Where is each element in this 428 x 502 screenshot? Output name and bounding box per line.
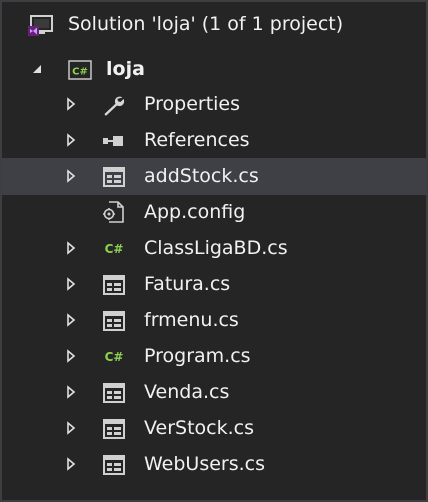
- tree-item[interactable]: addStock.cs: [2, 158, 426, 195]
- collapse-arrow-icon[interactable]: [30, 62, 44, 76]
- form-file-icon: [102, 455, 126, 475]
- wrench-icon: [102, 95, 126, 116]
- tree-item-label: addStock.cs: [144, 165, 259, 187]
- expand-arrow-icon[interactable]: [64, 241, 78, 255]
- tree-item[interactable]: Properties: [2, 86, 426, 123]
- solution-explorer-panel: Solution 'loja' (1 of 1 project) C# loja…: [0, 0, 428, 502]
- solution-label: Solution 'loja' (1 of 1 project): [68, 13, 344, 35]
- tree-item-label: Program.cs: [144, 345, 251, 367]
- tree-item-label: ClassLigaBD.cs: [144, 237, 288, 259]
- svg-text:C#: C#: [72, 67, 88, 78]
- tree-item-label: frmenu.cs: [144, 309, 239, 331]
- tree-item[interactable]: C# Program.cs: [2, 338, 426, 375]
- expand-arrow-icon[interactable]: [64, 97, 78, 111]
- expand-arrow-icon[interactable]: [64, 385, 78, 399]
- expand-arrow-icon[interactable]: [64, 169, 78, 183]
- tree-item[interactable]: VerStock.cs: [2, 410, 426, 447]
- references-icon: [102, 131, 126, 151]
- tree-item[interactable]: frmenu.cs: [2, 302, 426, 339]
- expand-arrow-icon[interactable]: [64, 457, 78, 471]
- csharp-file-icon: C#: [102, 347, 126, 367]
- svg-text:C#: C#: [105, 242, 124, 256]
- expand-arrow-icon[interactable]: [64, 133, 78, 147]
- solution-node[interactable]: Solution 'loja' (1 of 1 project): [2, 6, 426, 43]
- form-file-icon: [102, 275, 126, 295]
- solution-icon: [28, 15, 53, 36]
- tree-item[interactable]: Fatura.cs: [2, 266, 426, 303]
- expand-arrow-icon[interactable]: [64, 313, 78, 327]
- form-file-icon: [102, 419, 126, 439]
- tree-item[interactable]: WebUsers.cs: [2, 446, 426, 483]
- tree-item[interactable]: Venda.cs: [2, 374, 426, 411]
- project-label: loja: [106, 58, 145, 80]
- tree-item[interactable]: References: [2, 122, 426, 159]
- csharp-file-icon: C#: [102, 239, 126, 259]
- expand-arrow-icon[interactable]: [64, 349, 78, 363]
- expand-arrow-icon[interactable]: [64, 421, 78, 435]
- form-file-icon: [102, 311, 126, 331]
- svg-text:C#: C#: [105, 350, 124, 364]
- form-file-icon: [102, 383, 126, 403]
- csharp-project-icon: C#: [68, 60, 92, 80]
- tree-item-label: Properties: [144, 93, 241, 115]
- project-node[interactable]: C# loja: [2, 51, 426, 88]
- config-file-icon: [102, 200, 126, 223]
- tree-item[interactable]: C# ClassLigaBD.cs: [2, 230, 426, 267]
- tree-item-label: App.config: [144, 201, 246, 223]
- form-file-icon: [102, 167, 126, 187]
- tree-item-label: Venda.cs: [144, 381, 230, 403]
- tree-item-label: References: [144, 129, 250, 151]
- tree-item-label: VerStock.cs: [144, 417, 254, 439]
- expand-arrow-icon[interactable]: [64, 277, 78, 291]
- tree-item[interactable]: App.config: [2, 194, 426, 231]
- tree-item-label: WebUsers.cs: [144, 453, 266, 475]
- tree-item-label: Fatura.cs: [144, 273, 231, 295]
